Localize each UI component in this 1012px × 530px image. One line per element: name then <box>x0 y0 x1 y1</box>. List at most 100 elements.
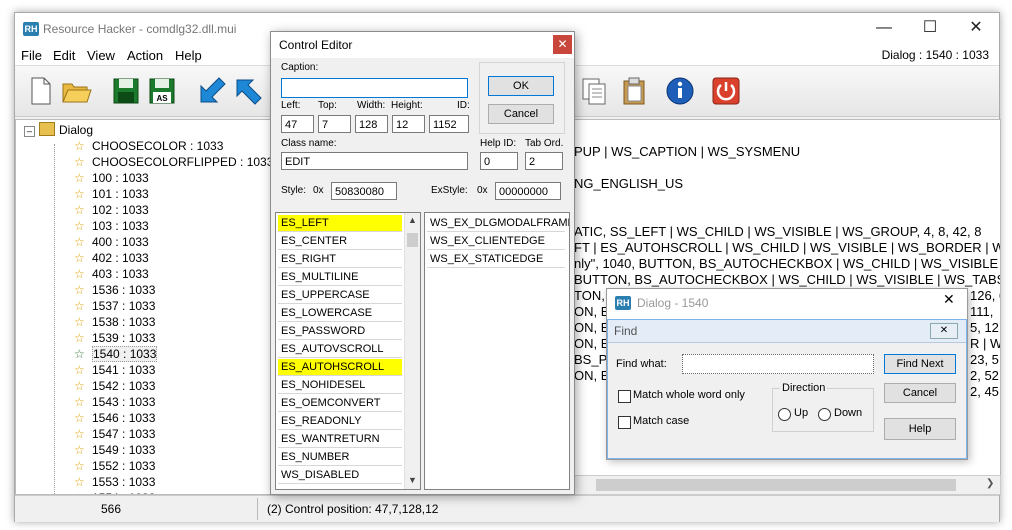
tree-item[interactable]: ☆ 400 : 1033 <box>74 234 149 250</box>
style-item[interactable]: ES_NUMBER <box>278 449 402 466</box>
save-as-icon[interactable]: AS <box>145 74 179 108</box>
style-item[interactable]: ES_NOHIDESEL <box>278 377 402 394</box>
preview-close-icon[interactable]: ✕ <box>943 291 955 308</box>
style-input[interactable]: 50830080 <box>331 182 397 200</box>
ex-style-item[interactable]: WS_EX_CLIENTEDGE <box>427 233 565 250</box>
ex-style-item[interactable]: WS_EX_DLGMODALFRAME <box>427 215 569 232</box>
control-editor-title: Control Editor <box>279 38 353 52</box>
height-input[interactable]: 12 <box>392 115 425 133</box>
ok-button[interactable]: OK <box>488 76 554 96</box>
collapse-icon[interactable]: – <box>24 126 35 137</box>
left-input[interactable]: 47 <box>281 115 314 133</box>
power-icon[interactable] <box>709 74 743 108</box>
caption-input[interactable] <box>281 78 468 98</box>
style-item[interactable]: ES_LEFT <box>278 215 402 232</box>
copy-icon[interactable] <box>577 74 611 108</box>
style-item[interactable]: ES_RIGHT <box>278 251 402 268</box>
tree-item[interactable]: ☆ 1546 : 1033 <box>74 410 155 426</box>
control-editor-titlebar[interactable]: Control Editor ✕ <box>271 32 574 58</box>
style-item[interactable]: ES_OEMCONVERT <box>278 395 402 412</box>
tree-item-label: 1546 : 1033 <box>92 411 156 425</box>
tree-item[interactable]: ☆ 1542 : 1033 <box>74 378 155 394</box>
minimize-icon[interactable]: — <box>861 13 907 43</box>
close-icon[interactable]: ✕ <box>953 13 999 43</box>
width-input[interactable]: 128 <box>355 115 388 133</box>
tab-ord-input[interactable]: 2 <box>525 152 563 170</box>
style-item[interactable]: ES_MULTILINE <box>278 269 402 286</box>
style-prefix: 0x <box>313 185 324 196</box>
style-item[interactable]: ES_LOWERCASE <box>278 305 402 322</box>
direction-up-radio[interactable] <box>778 408 791 421</box>
menu-file[interactable]: File <box>21 48 42 63</box>
maximize-icon[interactable]: ☐ <box>907 13 953 43</box>
tree-item[interactable]: ☆ 1538 : 1033 <box>74 314 155 330</box>
tree-item[interactable]: ☆ 102 : 1033 <box>74 202 149 218</box>
ex-style-item[interactable]: WS_EX_STATICEDGE <box>427 251 565 268</box>
find-what-input[interactable] <box>682 354 874 374</box>
resource-tree[interactable]: – Dialog ☆ CHOOSECOLOR : 1033 ☆ CHOOSECOLORF… <box>15 119 277 495</box>
scroll-up-icon[interactable]: ▲ <box>408 215 417 225</box>
tree-item[interactable]: ☆ CHOOSECOLORFLIPPED : 1033 <box>74 154 273 170</box>
style-item[interactable]: WS_DISABLED <box>278 467 402 484</box>
styles-list[interactable]: ES_LEFT ES_CENTER ES_RIGHT ES_MULTILINE ES_U… <box>275 212 421 490</box>
close-icon[interactable]: ✕ <box>553 35 572 54</box>
tree-item[interactable]: ☆ 1541 : 1033 <box>74 362 155 378</box>
new-file-icon[interactable] <box>23 74 57 108</box>
info-icon[interactable] <box>663 74 697 108</box>
tree-item[interactable]: ☆ 1543 : 1033 <box>74 394 155 410</box>
style-item[interactable]: ES_CENTER <box>278 233 402 250</box>
menu-view[interactable]: View <box>87 48 115 63</box>
tree-item[interactable]: ☆ 1553 : 1033 <box>74 474 155 490</box>
top-input[interactable]: 7 <box>318 115 351 133</box>
scroll-down-icon[interactable]: ▼ <box>408 475 417 485</box>
arrow-forward-icon[interactable] <box>231 74 265 108</box>
style-item[interactable]: ES_READONLY <box>278 413 402 430</box>
scroll-thumb[interactable] <box>596 479 956 491</box>
styles-scroll-thumb[interactable] <box>407 233 418 247</box>
tree-item[interactable]: ☆ 1552 : 1033 <box>74 458 155 474</box>
open-folder-icon[interactable] <box>59 74 93 108</box>
styles-scrollbar[interactable]: ▲ ▼ <box>404 213 420 489</box>
find-next-button[interactable]: Find Next <box>884 354 956 374</box>
ex-styles-list[interactable]: WS_EX_DLGMODALFRAME WS_EX_CLIENTEDGE WS_EX… <box>424 212 570 490</box>
find-cancel-button[interactable]: Cancel <box>884 383 956 403</box>
tree-item[interactable]: ☆ 103 : 1033 <box>74 218 149 234</box>
menu-edit[interactable]: Edit <box>53 48 75 63</box>
class-input[interactable]: EDIT <box>281 152 468 170</box>
tree-item[interactable]: ☆ 403 : 1033 <box>74 266 149 282</box>
tree-item[interactable]: ☆ 402 : 1033 <box>74 250 149 266</box>
style-item[interactable]: ES_PASSWORD <box>278 323 402 340</box>
style-item[interactable]: ES_UPPERCASE <box>278 287 402 304</box>
style-item[interactable]: ES_AUTOVSCROLL <box>278 341 402 358</box>
arrow-back-icon[interactable] <box>195 74 229 108</box>
id-input[interactable]: 1152 <box>429 115 469 133</box>
tree-item[interactable]: ☆ 101 : 1033 <box>74 186 149 202</box>
scroll-right-icon[interactable]: ❯ <box>986 478 994 489</box>
tree-item[interactable]: ☆ 1537 : 1033 <box>74 298 155 314</box>
tree-item[interactable]: ☆ 1547 : 1033 <box>74 426 155 442</box>
help-id-input[interactable]: 0 <box>480 152 518 170</box>
match-whole-word-checkbox[interactable] <box>618 390 631 403</box>
exstyle-input[interactable]: 00000000 <box>495 182 561 200</box>
match-case-checkbox[interactable] <box>618 416 631 429</box>
tree-item[interactable]: ☆ 1536 : 1033 <box>74 282 155 298</box>
menu-action[interactable]: Action <box>127 48 163 63</box>
tree-item[interactable]: ☆ 1540 : 1033 <box>74 346 158 362</box>
style-item[interactable]: ES_WANTRETURN <box>278 431 402 448</box>
style-item[interactable]: ES_AUTOHSCROLL <box>278 359 402 376</box>
paste-icon[interactable] <box>617 74 651 108</box>
dialog-preview-window: RH Dialog - 1540 ✕ Find ✕ Find what: Fin… <box>606 288 968 460</box>
direction-down-radio[interactable] <box>818 408 831 421</box>
tree-item-label: 1547 : 1033 <box>92 427 156 441</box>
tree-item[interactable]: ☆ CHOOSECOLOR : 1033 <box>74 138 223 154</box>
save-icon[interactable] <box>109 74 143 108</box>
tree-item[interactable]: ☆ 1539 : 1033 <box>74 330 155 346</box>
cancel-button[interactable]: Cancel <box>488 104 554 124</box>
menu-help[interactable]: Help <box>175 48 202 63</box>
find-help-button[interactable]: Help <box>884 418 956 440</box>
tree-root-dialog[interactable]: – Dialog <box>24 122 93 138</box>
find-close-icon[interactable]: ✕ <box>930 323 958 339</box>
tree-item[interactable]: ☆ 100 : 1033 <box>74 170 149 186</box>
tree-item[interactable]: ☆ 1549 : 1033 <box>74 442 155 458</box>
star-icon: ☆ <box>74 251 85 265</box>
